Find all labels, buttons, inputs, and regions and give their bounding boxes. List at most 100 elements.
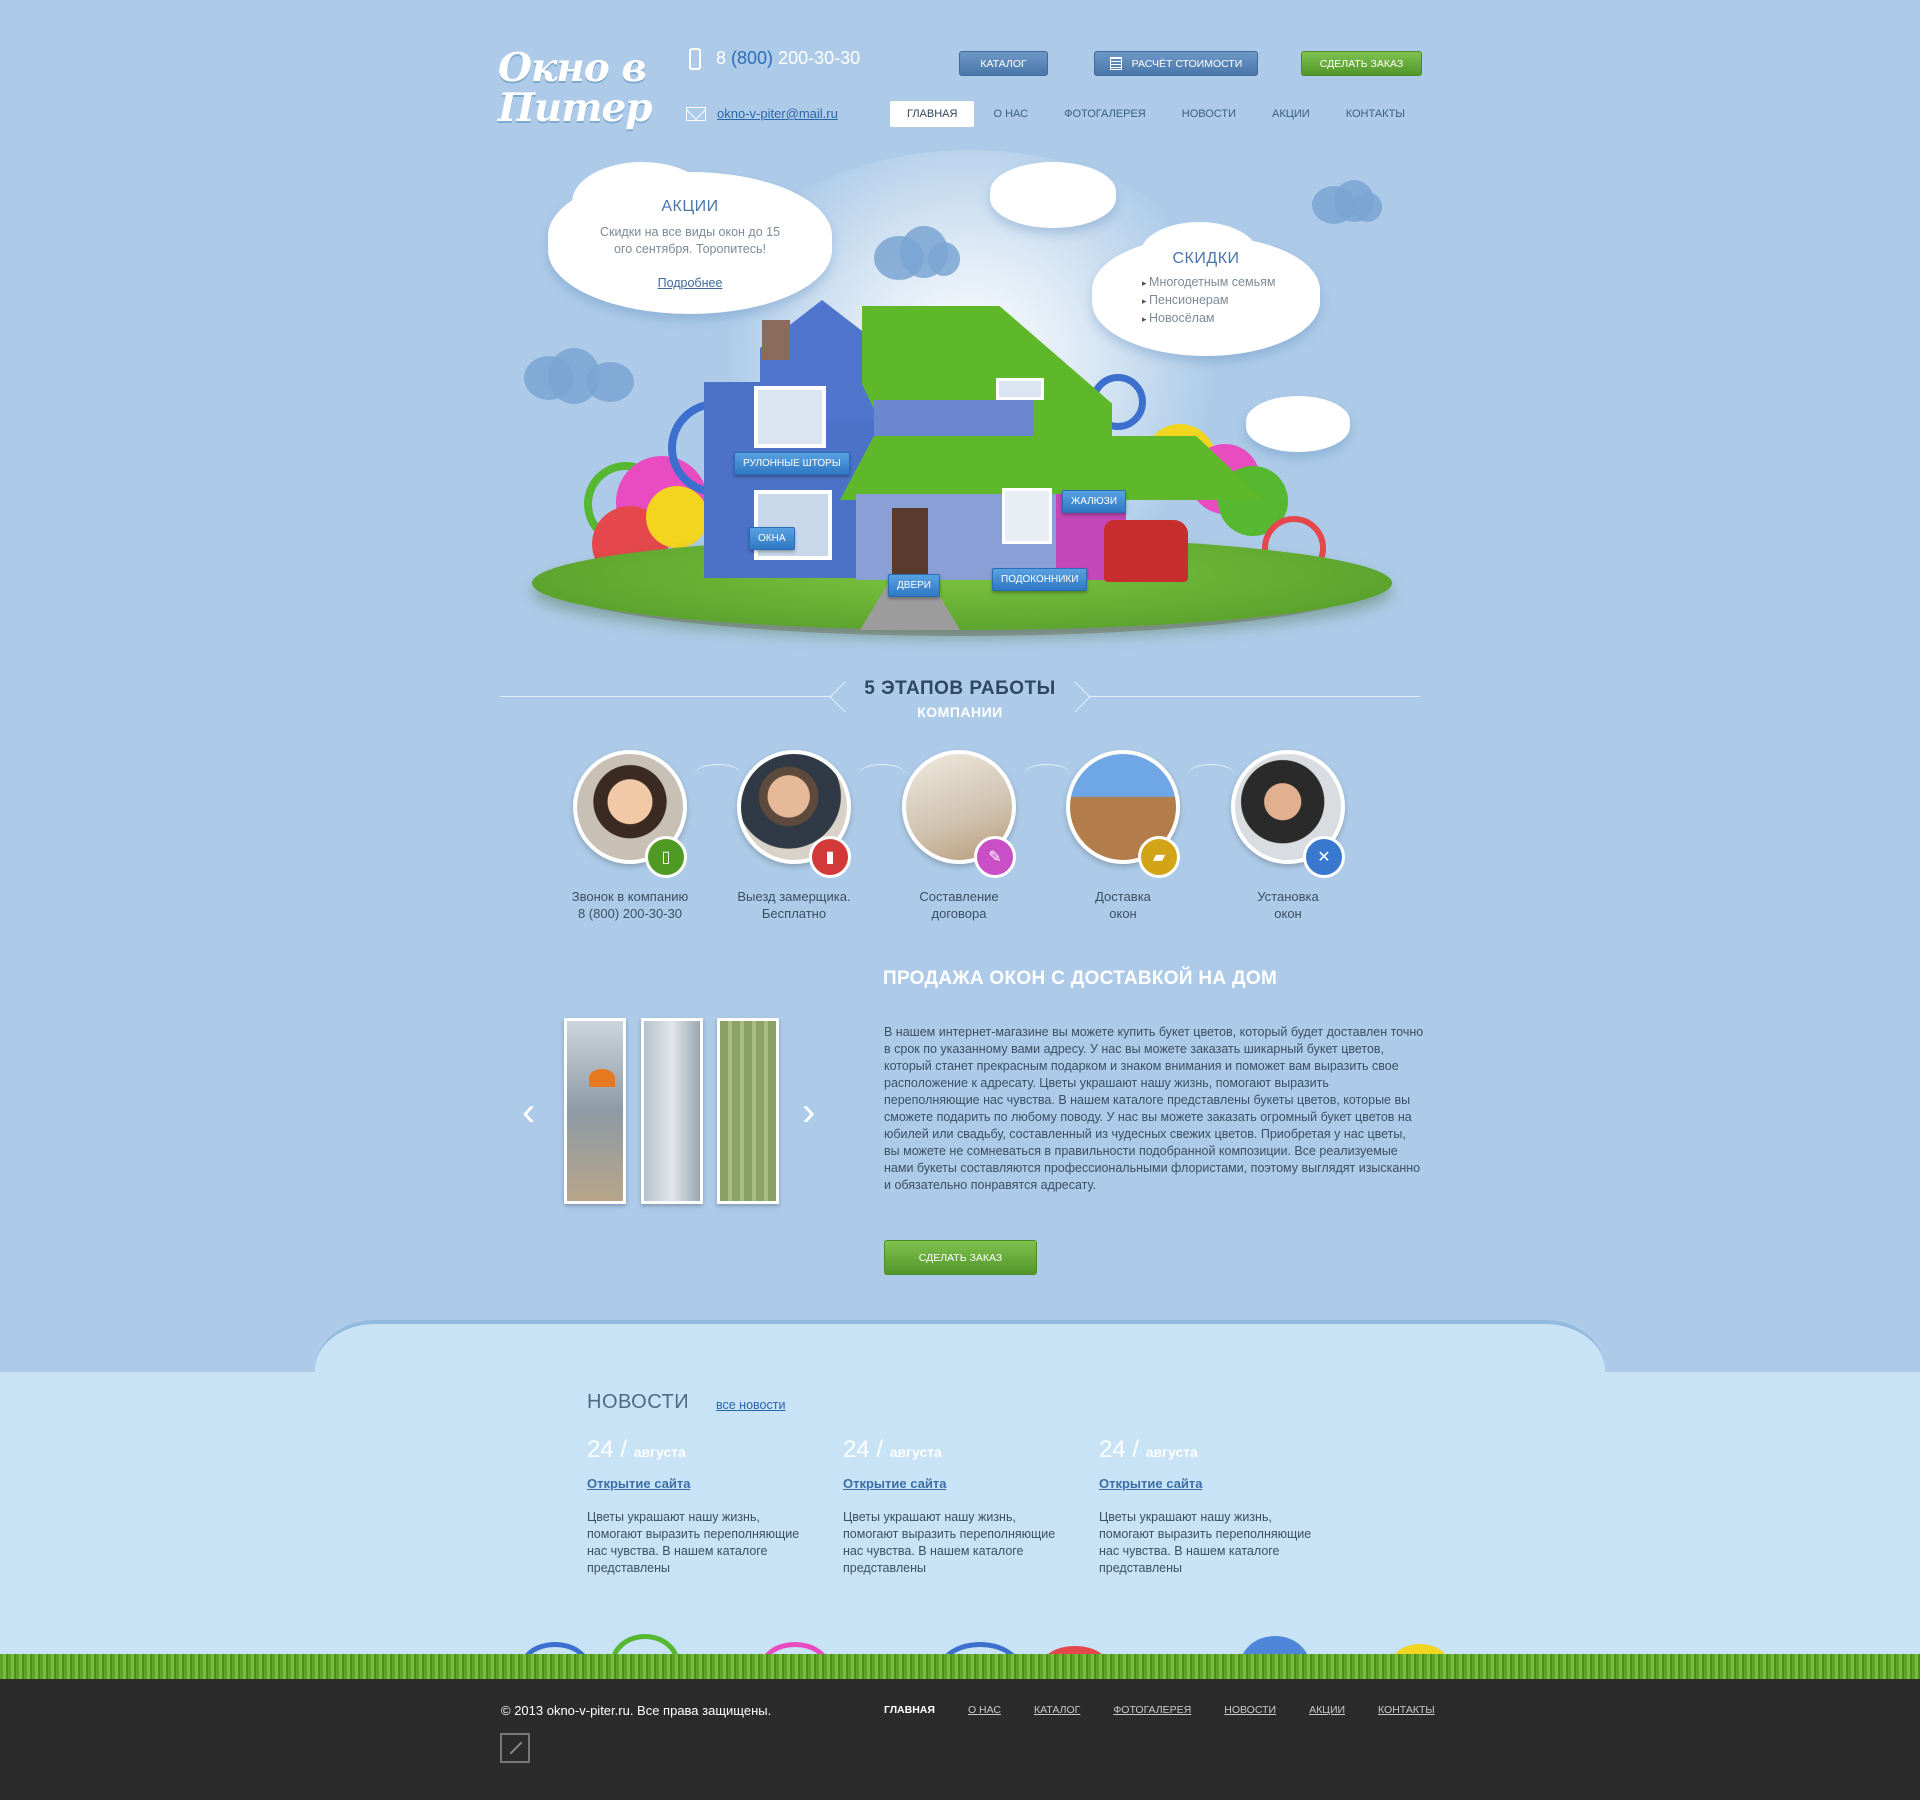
news-title-link[interactable]: Открытие сайта xyxy=(1099,1476,1329,1491)
calculate-cost-button[interactable]: РАСЧЁТ СТОИМОСТИ xyxy=(1094,51,1258,76)
truck-icon: ▰ xyxy=(1138,836,1180,878)
house-window-top xyxy=(754,386,826,448)
carousel-next-button[interactable]: › xyxy=(802,1092,815,1132)
white-cloud xyxy=(990,162,1116,228)
stage-caption-line: окон xyxy=(1274,906,1302,921)
footer-nav-gallery[interactable]: ФОТОГАЛЕРЕЯ xyxy=(1113,1704,1191,1716)
stages-title: 5 ЭТАПОВ РАБОТЫ xyxy=(864,678,1056,699)
main-nav: ГЛАВНАЯ О НАС ФОТОГАЛЕРЕЯ НОВОСТИ АКЦИИ … xyxy=(890,101,1441,127)
stage-caption: Выезд замерщика. Бесплатно xyxy=(709,888,879,922)
promo-more-link[interactable]: Подробнее xyxy=(548,276,832,290)
carousel-prev-button[interactable]: ‹ xyxy=(522,1092,535,1132)
stage-caption-line: Бесплатно xyxy=(761,906,827,921)
discount-item: Многодетным семьям xyxy=(1142,274,1320,292)
white-cloud xyxy=(1246,396,1350,452)
phone-prefix: 8 xyxy=(716,48,727,68)
nav-item-promotions[interactable]: АКЦИИ xyxy=(1272,108,1310,120)
stage-caption-line: окон xyxy=(1109,906,1137,921)
house-window-roof xyxy=(996,378,1044,400)
news-day: 24 xyxy=(843,1436,870,1463)
footer xyxy=(0,1679,1920,1800)
footer-nav-news[interactable]: НОВОСТИ xyxy=(1224,1704,1276,1716)
nav-item-about[interactable]: О НАС xyxy=(993,108,1028,120)
blue-cloud xyxy=(586,362,634,402)
news-title-link[interactable]: Открытие сайта xyxy=(587,1476,817,1491)
stage-caption: Звонок в компанию 8 (800) 200-30-30 xyxy=(545,888,715,922)
carousel-thumb-vertical-blinds[interactable] xyxy=(717,1018,779,1204)
news-text: Цветы украшают нашу жизнь, помогают выра… xyxy=(1099,1510,1312,1575)
news-month: августа xyxy=(889,1444,942,1460)
news-month: августа xyxy=(633,1444,686,1460)
catalog-button[interactable]: КАТАЛОГ xyxy=(959,51,1048,76)
news-date-sep: / xyxy=(876,1436,884,1463)
blue-cloud xyxy=(1352,192,1382,222)
ruler-icon: ▮ xyxy=(809,836,851,878)
discounts-card: СКИДКИ Многодетным семьям Пенсионерам Но… xyxy=(1092,250,1320,328)
header-phone: 8 (800) 200-30-30 xyxy=(716,48,860,69)
blinds-label[interactable]: РУЛОННЫЕ ШТОРЫ xyxy=(734,452,850,475)
stage-arrow-icon xyxy=(1024,764,1070,784)
footer-nav-catalog[interactable]: КАТАЛОГ xyxy=(1034,1704,1080,1716)
stage-caption-line: Доставка xyxy=(1095,889,1151,904)
house-window-side xyxy=(1002,488,1052,544)
cloud-divider xyxy=(315,1320,1605,1390)
news-item: 24 / августа Открытие сайта Цветы украшают… xyxy=(843,1436,1073,1577)
make-order-button[interactable]: СДЕЛАТЬ ЗАКАЗ xyxy=(1301,51,1422,76)
email-link[interactable]: okno-v-piter@mail.ru xyxy=(717,106,838,121)
yellow-circle xyxy=(646,486,708,548)
footer-nav-about[interactable]: О НАС xyxy=(968,1704,1001,1716)
nav-item-contacts[interactable]: КОНТАКТЫ xyxy=(1346,108,1405,120)
promo-text-2: ого сентября. Торопитесь! xyxy=(614,242,766,256)
news-text: Цветы украшают нашу жизнь, помогают выра… xyxy=(843,1510,1056,1575)
discount-item: Пенсионерам xyxy=(1142,292,1320,310)
news-date: 24 / августа xyxy=(587,1436,817,1464)
nav-item-gallery[interactable]: ФОТОГАЛЕРЕЯ xyxy=(1064,108,1146,120)
windows-label[interactable]: ОКНА xyxy=(749,527,795,550)
promo-title: АКЦИИ xyxy=(661,198,719,215)
house-chimney xyxy=(762,320,790,360)
carousel-thumb-installer[interactable] xyxy=(564,1018,626,1204)
nav-item-news[interactable]: НОВОСТИ xyxy=(1182,108,1236,120)
copyright: © 2013 okno-v-piter.ru. Все права защище… xyxy=(501,1703,772,1718)
nav-item-home[interactable]: ГЛАВНАЯ xyxy=(890,101,975,127)
house-door xyxy=(892,508,928,578)
developer-logo-icon[interactable] xyxy=(500,1733,530,1763)
phone-code: (800) xyxy=(731,48,774,68)
news-title-link[interactable]: Открытие сайта xyxy=(843,1476,1073,1491)
stage-caption-line: Выезд замерщика. xyxy=(737,889,851,904)
news-title: НОВОСТИ xyxy=(587,1391,690,1413)
discount-item: Новосёлам xyxy=(1142,310,1320,328)
news-date: 24 / августа xyxy=(843,1436,1073,1464)
stage-caption-line: Звонок в компанию xyxy=(571,889,689,904)
doors-label[interactable]: ДВЕРИ xyxy=(888,574,940,597)
logo-line-1: Окно в xyxy=(498,45,647,91)
news-date-sep: / xyxy=(1132,1436,1140,1463)
site-logo[interactable]: Окно в Питер xyxy=(498,45,653,131)
carousel-thumb-blinds[interactable] xyxy=(641,1018,703,1204)
window-sills-label[interactable]: ПОДОКОННИКИ xyxy=(992,568,1088,591)
promo-card: АКЦИИ Скидки на все виды окон до 15 ого … xyxy=(548,198,832,290)
red-car xyxy=(1104,520,1188,582)
news-text: Цветы украшают нашу жизнь, помогают выра… xyxy=(587,1510,800,1575)
news-date: 24 / августа xyxy=(1099,1436,1329,1464)
phone-icon: ▯ xyxy=(645,836,687,878)
footer-nav-home[interactable]: ГЛАВНАЯ xyxy=(884,1704,935,1716)
stage-caption: Доставка окон xyxy=(1038,888,1208,922)
mobile-phone-icon xyxy=(689,48,701,70)
tools-icon: ✕ xyxy=(1303,836,1345,878)
calculate-cost-label: РАСЧЁТ СТОИМОСТИ xyxy=(1131,57,1243,70)
footer-nav-contacts[interactable]: КОНТАКТЫ xyxy=(1378,1704,1435,1716)
news-date-sep: / xyxy=(620,1436,628,1463)
house-roof-lower xyxy=(840,436,1264,500)
logo-line-2: Питер xyxy=(498,85,653,131)
blue-cloud xyxy=(928,242,960,276)
jalousie-label[interactable]: ЖАЛЮЗИ xyxy=(1062,490,1127,513)
footer-nav-promotions[interactable]: АКЦИИ xyxy=(1309,1704,1345,1716)
all-news-link[interactable]: все новости xyxy=(716,1398,785,1412)
sale-order-button[interactable]: СДЕЛАТЬ ЗАКАЗ xyxy=(884,1240,1037,1275)
envelope-icon xyxy=(686,107,706,121)
divider-right xyxy=(1090,696,1420,697)
stage-caption-line: 8 (800) 200-30-30 xyxy=(577,906,683,921)
footer-grass xyxy=(0,1654,1920,1680)
footer-nav: ГЛАВНАЯ О НАС КАТАЛОГ ФОТОГАЛЕРЕЯ НОВОСТ… xyxy=(884,1704,1468,1716)
